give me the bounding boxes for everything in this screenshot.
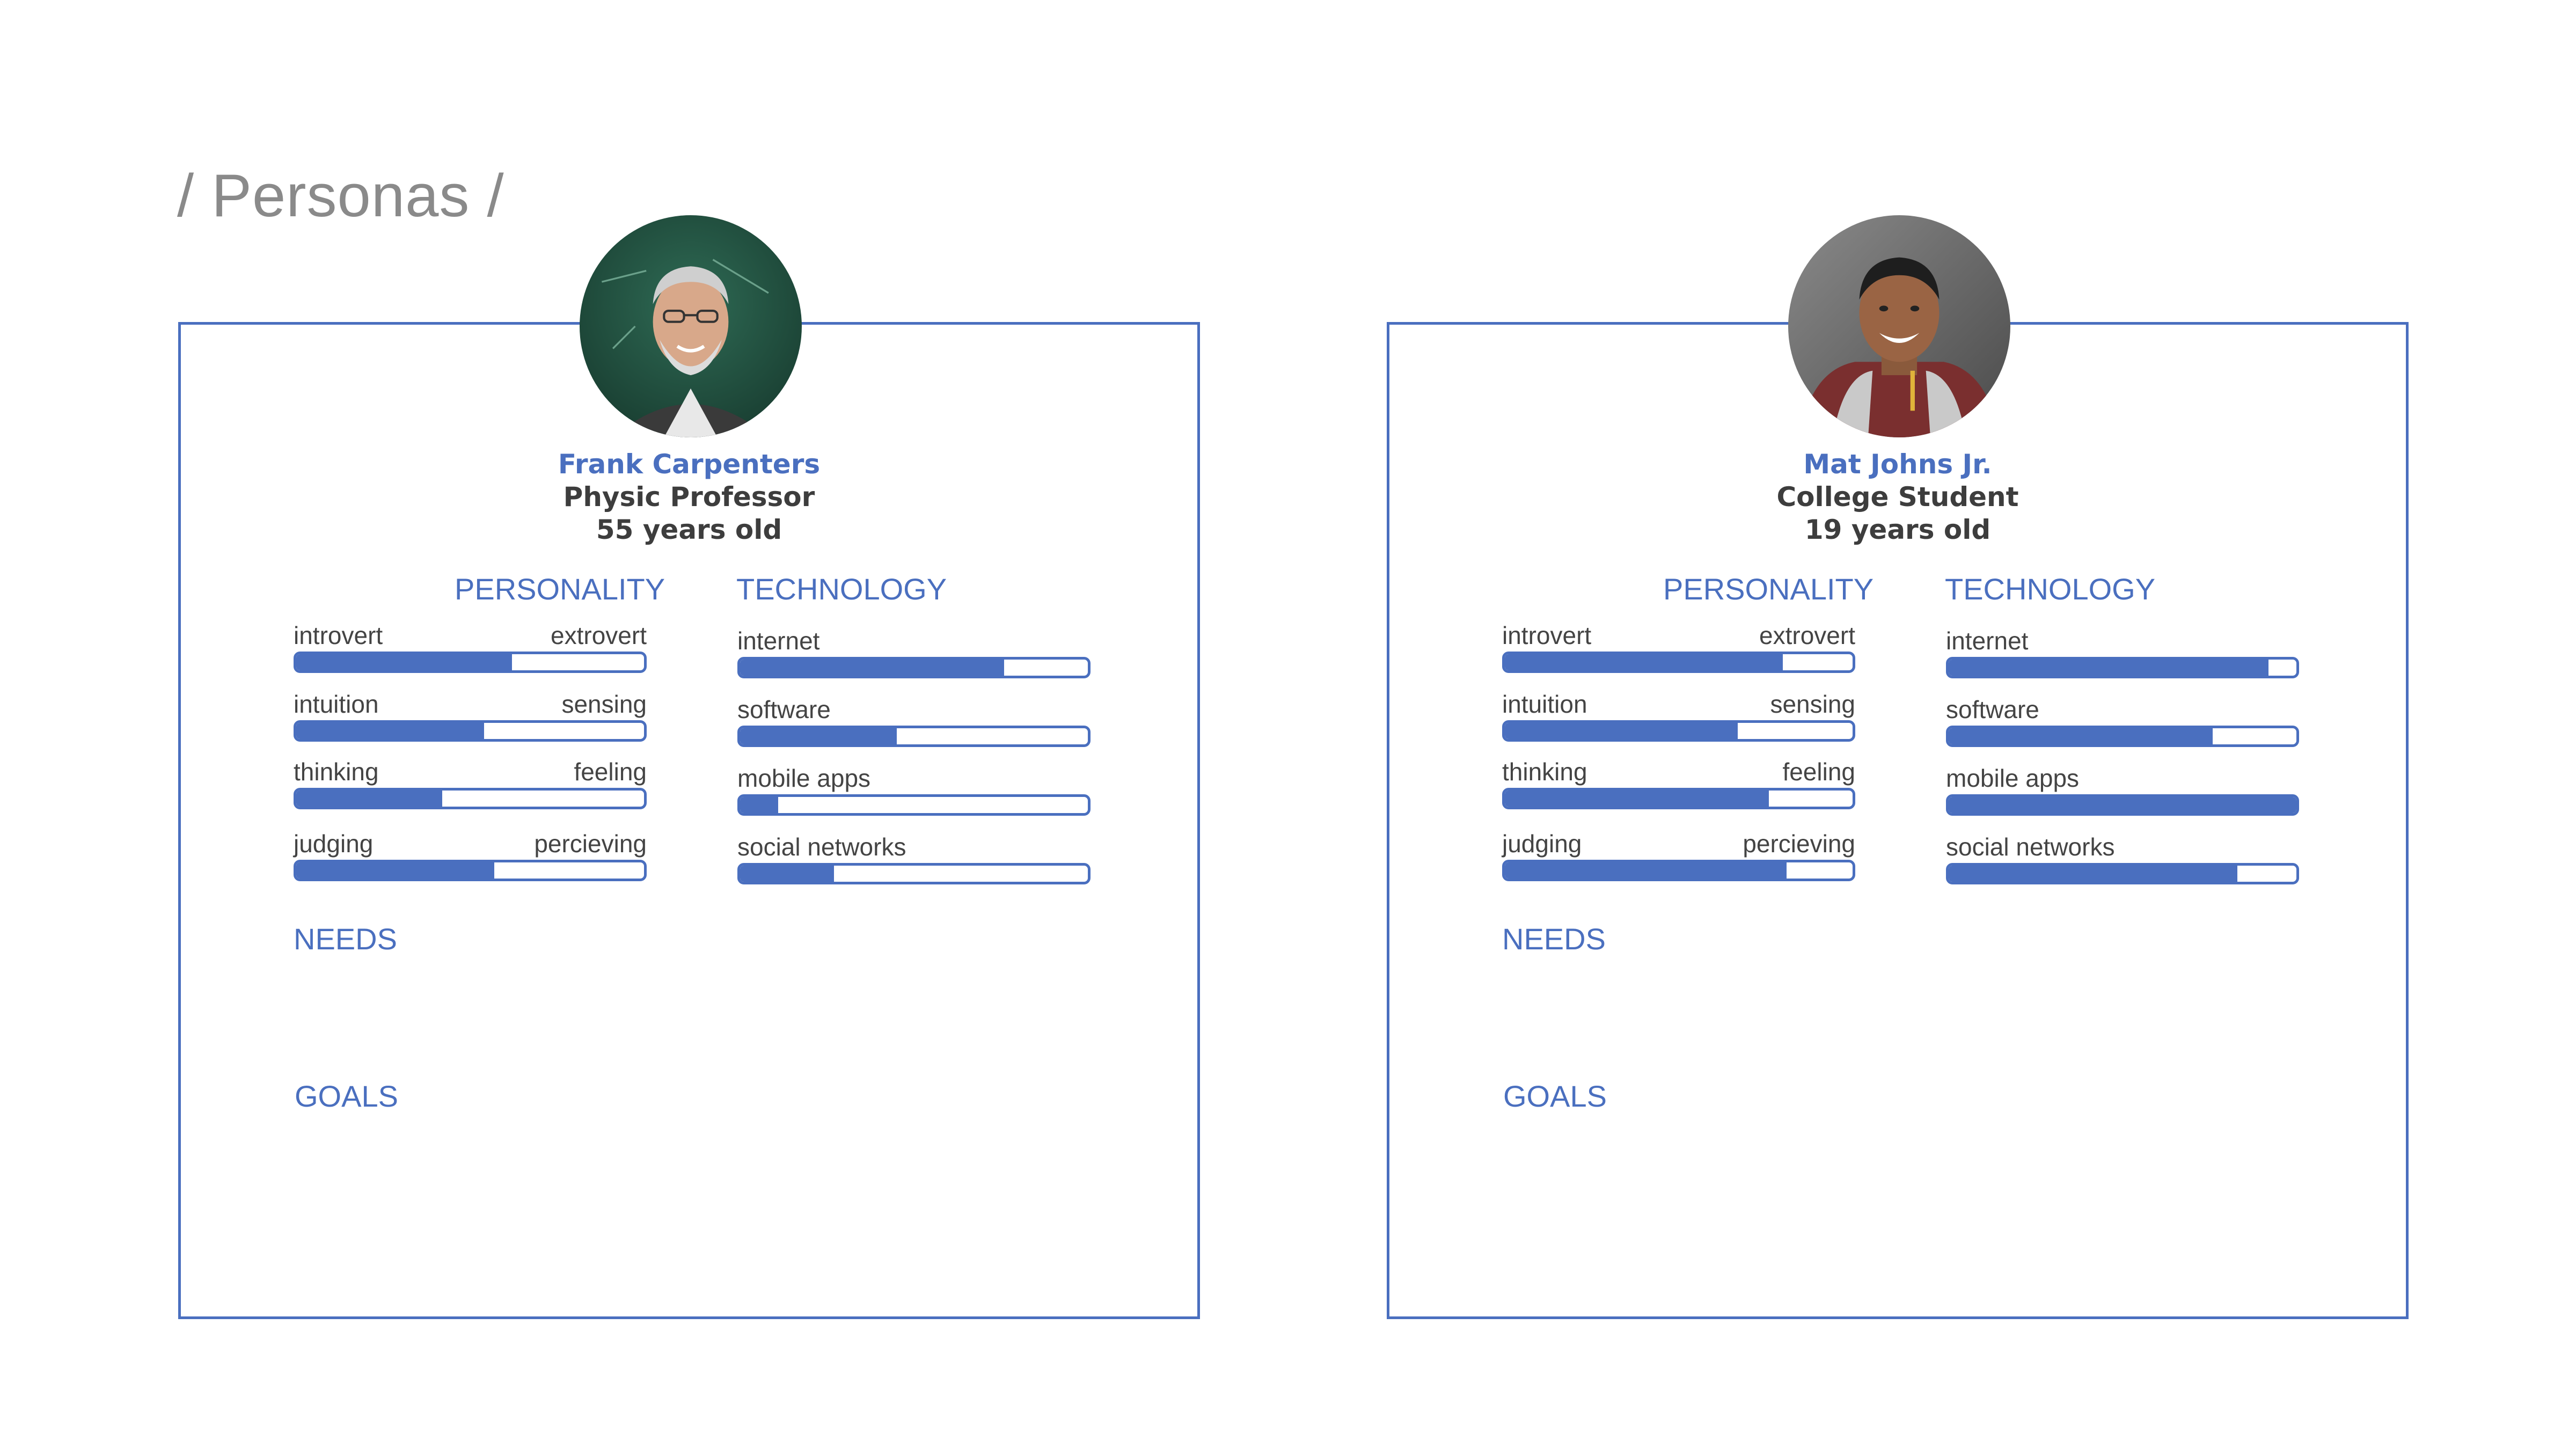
trait-judging-percieving: judging percieving (294, 829, 647, 881)
tech-bar-fill (1949, 660, 2269, 676)
trait-right-label: extrovert (1759, 621, 1855, 649)
persona-age: 19 years old (1804, 514, 1991, 545)
trait-judging-percieving: judging percieving (1502, 829, 1855, 881)
trait-bar (294, 652, 647, 673)
tech-label: internet (1946, 627, 2029, 655)
trait-left-label: intuition (294, 690, 379, 718)
persona-name: Frank Carpenters (558, 449, 821, 480)
technology-heading: TECHNOLOGY (736, 572, 947, 606)
trait-right-label: sensing (1770, 690, 1855, 718)
trait-bar (1502, 860, 1855, 881)
tech-label: mobile apps (737, 764, 871, 792)
trait-left-label: judging (294, 830, 374, 858)
trait-right-label: percieving (534, 830, 647, 858)
tech-internet: internet (1946, 626, 2299, 678)
trait-right-label: percieving (1743, 830, 1855, 858)
goals-heading: GOALS (295, 1079, 398, 1113)
tech-label: software (737, 696, 831, 723)
person-photo-icon (580, 215, 802, 437)
trait-bar-fill (1505, 791, 1769, 807)
needs-heading: NEEDS (294, 922, 397, 956)
trait-bar-fill (1505, 654, 1783, 670)
tech-bar (1946, 863, 2299, 884)
trait-bar (1502, 788, 1855, 809)
tech-social-networks: social networks (737, 832, 1091, 884)
goals-heading: GOALS (1503, 1079, 1607, 1113)
trait-right-label: extrovert (551, 621, 647, 649)
persona-identity: Frank Carpenters Physic Professor 55 yea… (181, 448, 1197, 546)
persona-name: Mat Johns Jr. (1803, 449, 1992, 480)
tech-bar (737, 657, 1091, 678)
tech-bar-fill (740, 728, 897, 744)
trait-intuition-sensing: intuition sensing (294, 690, 647, 742)
tech-bar (737, 794, 1091, 816)
trait-left-label: judging (1502, 830, 1582, 858)
trait-thinking-feeling: thinking feeling (1502, 757, 1855, 809)
trait-left-label: thinking (294, 758, 379, 786)
person-photo-icon (1788, 215, 2010, 437)
persona-card-mat: Mat Johns Jr. College Student 19 years o… (1387, 215, 2409, 1319)
trait-introvert-extrovert: introvert extrovert (1502, 621, 1855, 673)
tech-software: software (737, 695, 1091, 747)
trait-bar-fill (296, 654, 512, 670)
avatar (580, 215, 802, 437)
tech-label: software (1946, 696, 2039, 723)
persona-identity: Mat Johns Jr. College Student 19 years o… (1389, 448, 2406, 546)
trait-bar (1502, 652, 1855, 673)
tech-bar (1946, 794, 2299, 816)
persona-age: 55 years old (596, 514, 782, 545)
persona-role: Physic Professor (563, 481, 815, 513)
trait-bar-fill (1505, 862, 1787, 879)
trait-left-label: introvert (294, 621, 383, 649)
tech-bar-fill (740, 660, 1005, 676)
avatar (1788, 215, 2010, 437)
trait-bar (294, 720, 647, 742)
tech-bar (1946, 657, 2299, 678)
persona-role: College Student (1776, 481, 2019, 513)
trait-intuition-sensing: intuition sensing (1502, 690, 1855, 742)
tech-mobile-apps: mobile apps (737, 764, 1091, 816)
tech-software: software (1946, 695, 2299, 747)
trait-right-label: feeling (1782, 758, 1855, 786)
needs-heading: NEEDS (1502, 922, 1606, 956)
tech-bar (1946, 726, 2299, 747)
tech-mobile-apps: mobile apps (1946, 764, 2299, 816)
trait-left-label: thinking (1502, 758, 1587, 786)
tech-label: mobile apps (1946, 764, 2080, 792)
trait-left-label: introvert (1502, 621, 1592, 649)
tech-internet: internet (737, 626, 1091, 678)
trait-thinking-feeling: thinking feeling (294, 757, 647, 809)
trait-bar-fill (296, 862, 495, 879)
trait-right-label: feeling (574, 758, 647, 786)
technology-heading: TECHNOLOGY (1945, 572, 2156, 606)
trait-bar (294, 788, 647, 809)
trait-bar-fill (1505, 723, 1738, 739)
trait-introvert-extrovert: introvert extrovert (294, 621, 647, 673)
tech-bar-fill (1949, 797, 2296, 813)
tech-label: internet (737, 627, 820, 655)
page-title: / Personas / (177, 162, 504, 229)
tech-bar (737, 726, 1091, 747)
trait-bar-fill (296, 791, 443, 807)
trait-bar (1502, 720, 1855, 742)
tech-bar-fill (1949, 866, 2237, 882)
tech-bar-fill (740, 797, 779, 813)
persona-card-frank: Frank Carpenters Physic Professor 55 yea… (178, 215, 1200, 1319)
personality-heading: PERSONALITY (455, 572, 665, 606)
trait-bar-fill (296, 723, 484, 739)
tech-social-networks: social networks (1946, 832, 2299, 884)
trait-right-label: sensing (561, 690, 647, 718)
tech-label: social networks (737, 833, 906, 861)
tech-bar-fill (1949, 728, 2213, 744)
tech-bar (737, 863, 1091, 884)
trait-bar (294, 860, 647, 881)
tech-label: social networks (1946, 833, 2115, 861)
tech-bar-fill (740, 866, 834, 882)
personality-heading: PERSONALITY (1663, 572, 1874, 606)
trait-left-label: intuition (1502, 690, 1587, 718)
